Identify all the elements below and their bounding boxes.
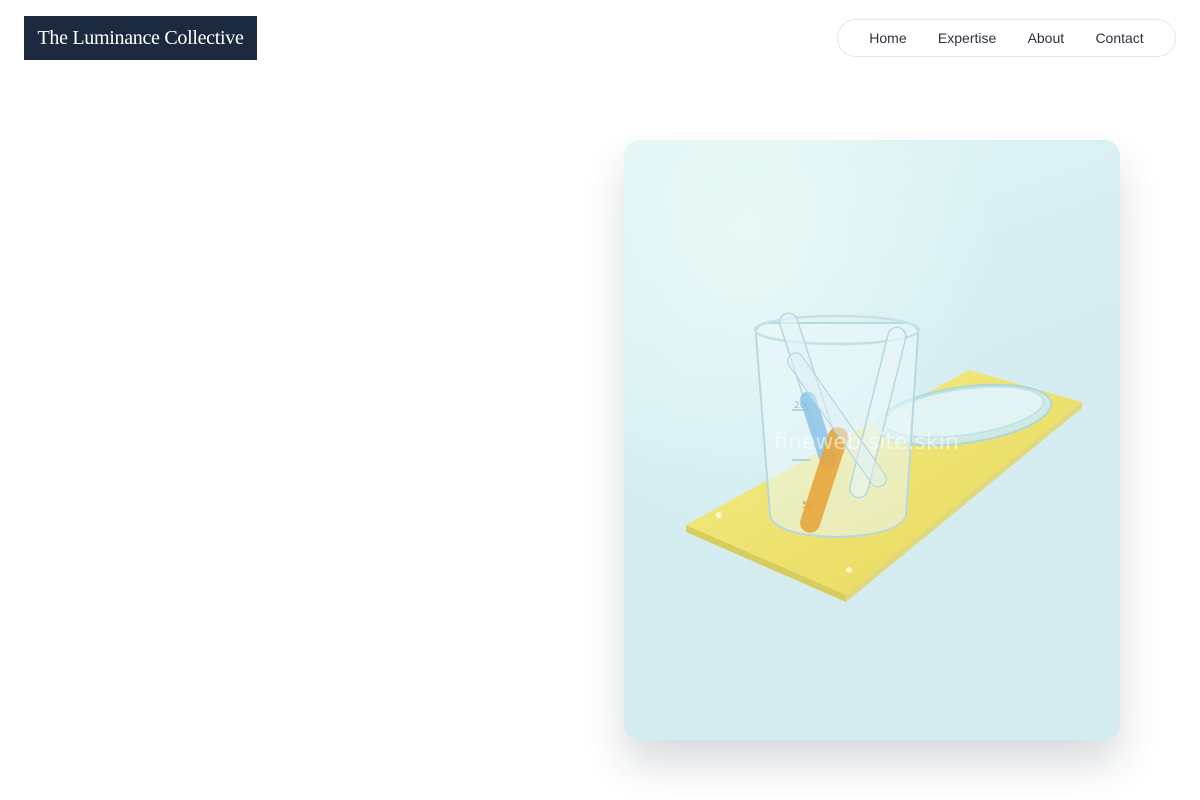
nav-expertise[interactable]: Expertise xyxy=(930,26,1004,50)
nav-home[interactable]: Home xyxy=(861,26,914,50)
nav-about[interactable]: About xyxy=(1020,26,1073,50)
nav-contact[interactable]: Contact xyxy=(1087,26,1151,50)
main-nav: Home Expertise About Contact xyxy=(837,19,1176,57)
site-logo[interactable]: The Luminance Collective xyxy=(24,16,257,60)
watermark-text: fineweb site.skin xyxy=(774,430,959,455)
hero-image: 200 50 fineweb site.skin xyxy=(624,140,1120,740)
